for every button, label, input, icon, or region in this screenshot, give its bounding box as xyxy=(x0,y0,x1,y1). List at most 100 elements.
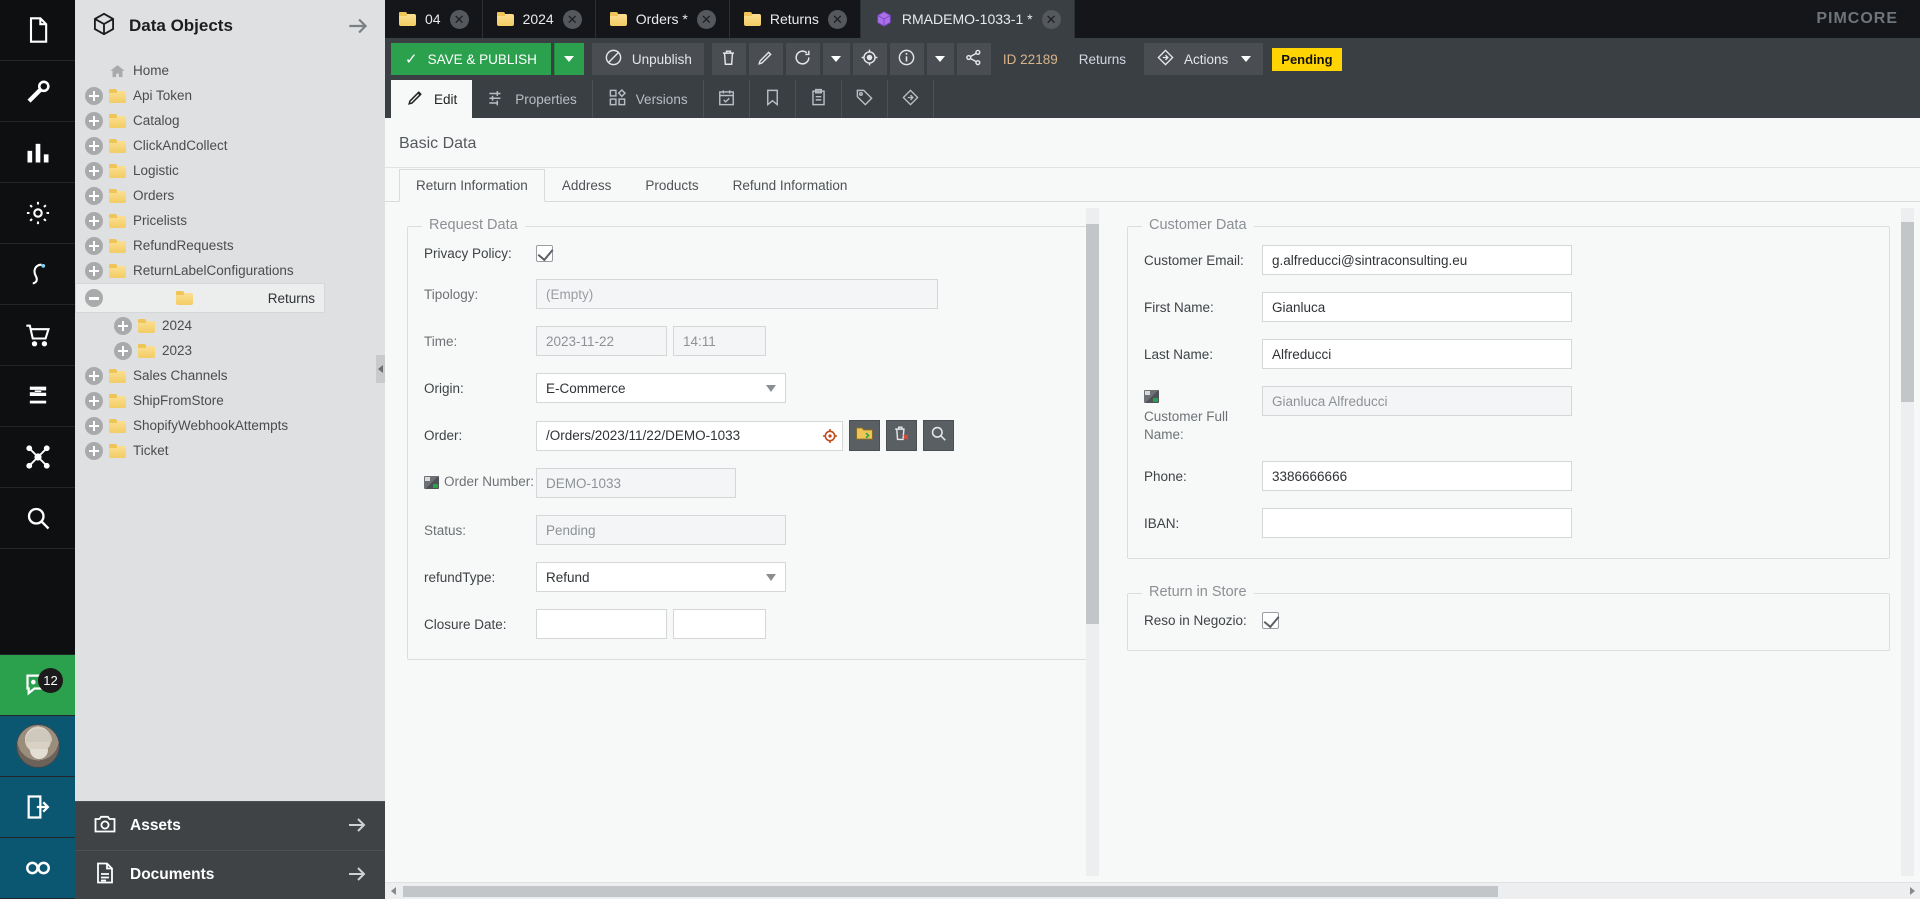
unpublish-button[interactable]: Unpublish xyxy=(591,43,704,75)
expand-node-icon[interactable] xyxy=(85,161,103,180)
info-button[interactable] xyxy=(889,43,924,75)
delete-button[interactable] xyxy=(711,43,746,75)
rename-button[interactable] xyxy=(748,43,783,75)
save-menu-button[interactable] xyxy=(553,43,584,75)
tree-node-home[interactable]: Home xyxy=(75,58,385,83)
expand-node-icon[interactable] xyxy=(85,186,103,205)
return-tab-strip[interactable]: Return Information Address Products Refund … xyxy=(385,168,1920,202)
close-tab-icon[interactable]: ✕ xyxy=(827,9,847,29)
locate-in-tree-button[interactable] xyxy=(852,43,887,75)
search-icon[interactable] xyxy=(0,488,75,549)
left-scroll-thumb[interactable] xyxy=(1086,224,1099,624)
tab-diamond[interactable] xyxy=(888,80,934,118)
tree-node-sales-channels[interactable]: Sales Channels xyxy=(75,363,385,388)
document-tab-4[interactable]: RMADEMO-1033-1 * ✕ xyxy=(860,0,1075,38)
collapse-node-icon[interactable] xyxy=(85,289,103,307)
user-avatar[interactable] xyxy=(0,716,75,777)
close-tab-icon[interactable]: ✕ xyxy=(696,9,716,29)
tab-bookmark[interactable] xyxy=(750,80,796,118)
tab-versions[interactable]: Versions xyxy=(593,80,704,118)
tree-node-ticket[interactable]: Ticket xyxy=(75,438,385,463)
privacy-policy-checkbox[interactable] xyxy=(536,245,553,262)
settings-gear-icon[interactable] xyxy=(0,183,75,244)
closure-time-field[interactable] xyxy=(673,609,766,639)
tipology-field[interactable]: (Empty) xyxy=(536,279,938,309)
logout-icon[interactable] xyxy=(0,777,75,838)
scroll-left-arrow[interactable] xyxy=(385,883,401,899)
inner-tab-products[interactable]: Products xyxy=(628,169,715,202)
tree-node-2023[interactable]: 2023 xyxy=(75,338,385,363)
document-tab-strip[interactable]: 04 ✕ 2024 ✕ Orders * ✕ Returns ✕ RMADEMO-1033-1 … xyxy=(385,0,1920,38)
reports-icon[interactable] xyxy=(0,122,75,183)
scroll-right-arrow[interactable] xyxy=(1904,883,1920,899)
horizontal-scroll-thumb[interactable] xyxy=(403,885,1498,897)
expand-node-icon[interactable] xyxy=(85,236,103,255)
reload-button[interactable] xyxy=(785,43,820,75)
actions-button[interactable]: Actions xyxy=(1144,43,1264,75)
first-name-field[interactable]: Gianluca xyxy=(1262,292,1572,322)
right-vertical-scrollbar[interactable] xyxy=(1901,208,1914,876)
customer-email-field[interactable]: g.alfreducci@sintraconsulting.eu xyxy=(1262,245,1572,275)
time-date-field[interactable]: 2023-11-22 xyxy=(536,326,667,356)
left-vertical-scrollbar[interactable] xyxy=(1086,208,1099,876)
iban-field[interactable] xyxy=(1262,508,1572,538)
expand-node-icon[interactable] xyxy=(85,441,103,460)
s-mark-icon[interactable] xyxy=(0,366,75,427)
infinity-icon[interactable] xyxy=(0,838,75,899)
tab-edit[interactable]: Edit xyxy=(391,80,473,118)
documents-arrow-right-icon[interactable] xyxy=(345,862,371,888)
assets-panel-strip[interactable]: Assets xyxy=(75,801,385,850)
closure-date-field[interactable] xyxy=(536,609,667,639)
tree-node-shipfromstore[interactable]: ShipFromStore xyxy=(75,388,385,413)
marketing-icon[interactable] xyxy=(0,244,75,305)
expand-node-icon[interactable] xyxy=(114,341,132,360)
expand-node-icon[interactable] xyxy=(85,366,103,385)
order-field[interactable]: /Orders/2023/11/22/DEMO-1033 xyxy=(536,420,843,451)
close-tab-icon[interactable]: ✕ xyxy=(562,9,582,29)
workflow-nodes-icon[interactable] xyxy=(0,427,75,488)
tree-node-clickandcollect[interactable]: ClickAndCollect xyxy=(75,133,385,158)
expand-node-icon[interactable] xyxy=(85,136,103,155)
search-relation-button[interactable] xyxy=(923,420,954,451)
tree-node-list[interactable]: Home Api Token Catalog ClickAndCollect Logis… xyxy=(75,52,385,801)
inner-tab-refund-information[interactable]: Refund Information xyxy=(716,169,865,202)
status-field[interactable]: Pending xyxy=(536,515,786,545)
expand-node-icon[interactable] xyxy=(85,211,103,230)
tab-tag[interactable] xyxy=(842,80,888,118)
tree-node-shopifywebhookattempts[interactable]: ShopifyWebhookAttempts xyxy=(75,413,385,438)
ecommerce-cart-icon[interactable] xyxy=(0,305,75,366)
notifications-icon[interactable]: 12 xyxy=(0,655,75,716)
documents-panel-strip[interactable]: Documents xyxy=(75,850,385,899)
inner-tab-address[interactable]: Address xyxy=(545,169,629,202)
locate-relation-icon[interactable] xyxy=(822,428,838,444)
customer-full-name-field[interactable]: Gianluca Alfreducci xyxy=(1262,386,1572,416)
tab-schedule-calendar[interactable] xyxy=(704,80,750,118)
horizontal-scrollbar[interactable] xyxy=(385,882,1920,899)
expand-node-icon[interactable] xyxy=(85,111,103,130)
tree-node-returnlabelconfigurations[interactable]: ReturnLabelConfigurations xyxy=(75,258,385,283)
tree-node-api-token[interactable]: Api Token xyxy=(75,83,385,108)
tree-node-catalog[interactable]: Catalog xyxy=(75,108,385,133)
delete-relation-button[interactable] xyxy=(886,420,917,451)
tree-node-orders[interactable]: Orders xyxy=(75,183,385,208)
time-clock-field[interactable]: 14:11 xyxy=(673,326,766,356)
share-button[interactable] xyxy=(956,43,991,75)
arrow-right-icon[interactable] xyxy=(345,13,371,39)
info-menu-button[interactable] xyxy=(926,43,954,75)
reso-in-negozio-checkbox[interactable] xyxy=(1262,612,1279,629)
close-tab-icon[interactable]: ✕ xyxy=(449,9,469,29)
inner-tab-return-information[interactable]: Return Information xyxy=(399,169,545,202)
tab-properties[interactable]: Properties xyxy=(472,80,593,118)
tree-node-2024[interactable]: 2024 xyxy=(75,313,385,338)
refund-type-select[interactable]: Refund xyxy=(536,562,786,592)
object-subtab-strip[interactable]: Edit Properties Versions xyxy=(385,80,1920,118)
document-tab-2[interactable]: Orders * ✕ xyxy=(596,0,730,38)
assets-arrow-right-icon[interactable] xyxy=(345,813,371,839)
expand-node-icon[interactable] xyxy=(114,316,132,335)
expand-node-icon[interactable] xyxy=(85,261,103,280)
tree-node-refundrequests[interactable]: RefundRequests xyxy=(75,233,385,258)
document-tab-1[interactable]: 2024 ✕ xyxy=(483,0,596,38)
expand-node-icon[interactable] xyxy=(85,86,103,105)
document-tab-3[interactable]: Returns ✕ xyxy=(730,0,861,38)
phone-field[interactable]: 3386666666 xyxy=(1262,461,1572,491)
